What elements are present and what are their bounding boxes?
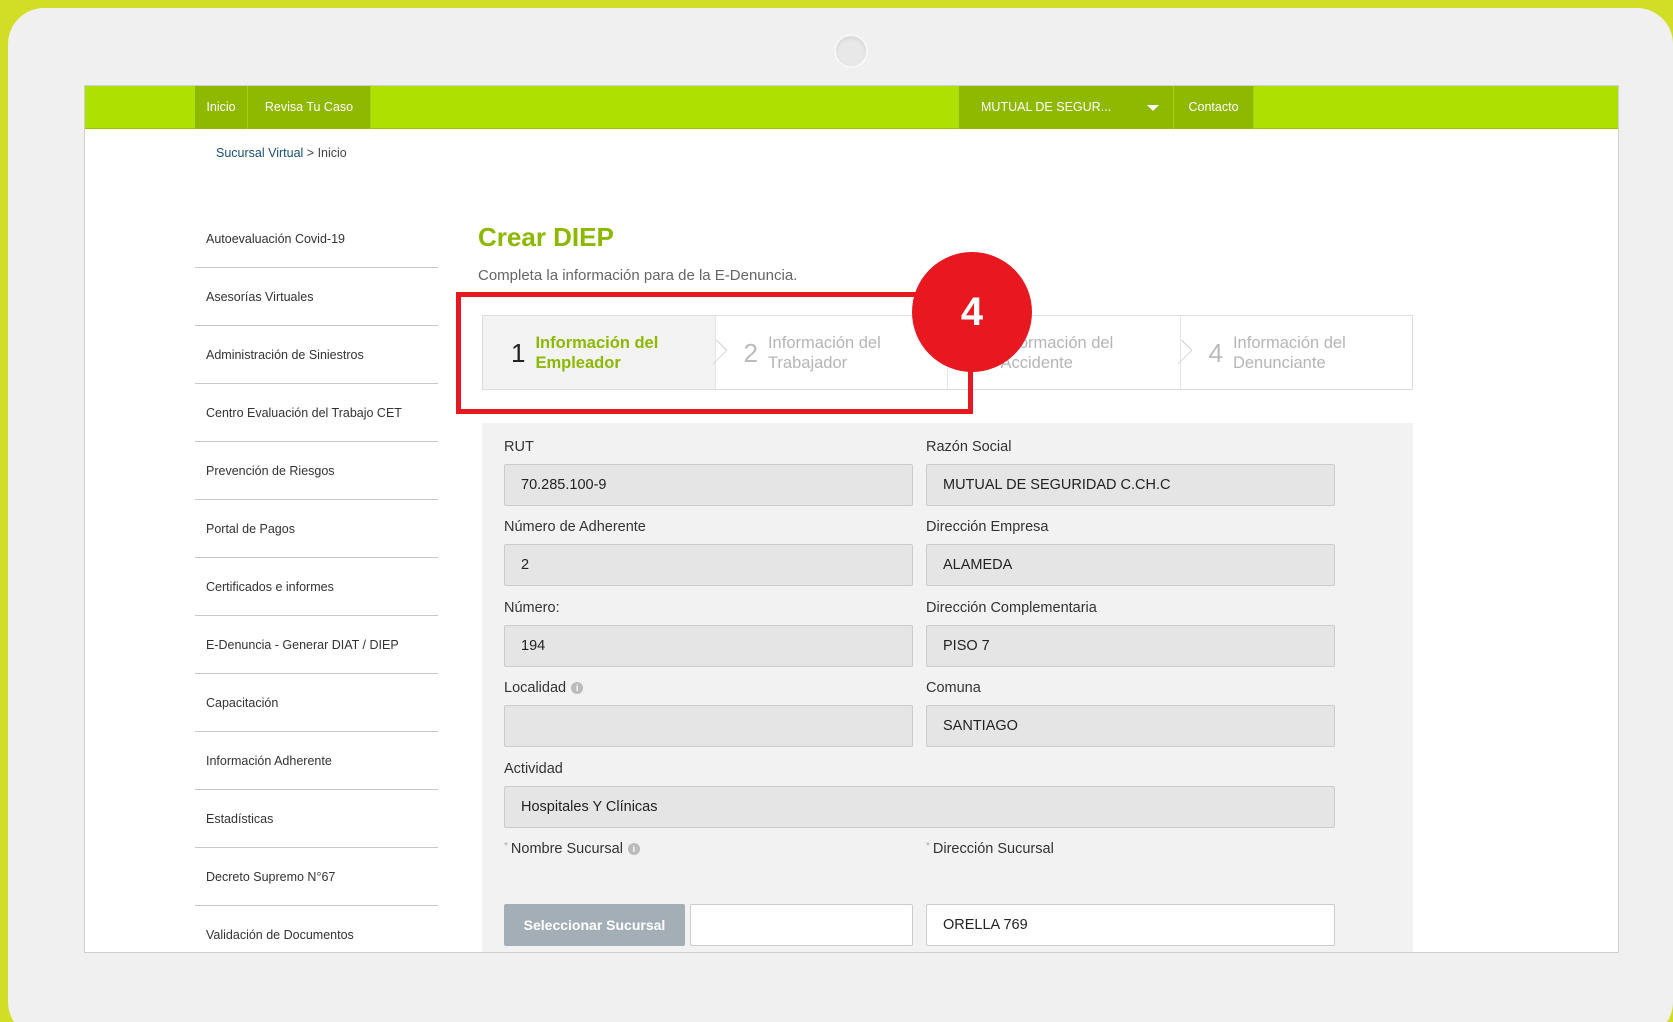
page-title: Crear DIEP [478,222,614,252]
nombre-sucursal-label: Nombre Sucursal [510,841,623,857]
direccion-sucursal-input[interactable]: ORELLA 769 [926,904,1335,946]
direccion-empresa-field: ALAMEDA [926,544,1335,586]
breadcrumb-link-sucursal[interactable]: Sucursal Virtual [216,146,303,160]
comuna-label: Comuna [926,680,981,696]
sidebar-item-capacitacion[interactable]: Capacitación [195,674,438,732]
numero-label: Número: [504,600,560,616]
sidebar-item-certificados[interactable]: Certificados e informes [195,558,438,616]
adherente-field: 2 [504,544,913,586]
tablet-frame: Inicio Revisa Tu Caso MUTUAL DE SEGUR...… [8,8,1673,1022]
sidebar-item-validacion[interactable]: Validación de Documentos [195,906,438,952]
sidebar-item-prevencion[interactable]: Prevención de Riesgos [195,442,438,500]
nav-inicio[interactable]: Inicio [195,86,248,129]
info-icon[interactable]: i [627,843,640,856]
sidebar-item-estadisticas[interactable]: Estadísticas [195,790,438,848]
rut-field: 70.285.100-9 [504,464,913,506]
nav-contacto[interactable]: Contacto [1174,86,1254,129]
browser-screen: Inicio Revisa Tu Caso MUTUAL DE SEGUR...… [84,85,1619,953]
camera-icon [834,34,868,68]
breadcrumb: Sucursal Virtual > Inicio [216,146,347,160]
comuna-field: SANTIAGO [926,705,1335,747]
annotation-highlight-box [456,292,973,414]
localidad-field [504,705,913,747]
localidad-label-wrap: Localidad i [504,680,584,696]
sidebar-item-asesorias[interactable]: Asesorías Virtuales [195,268,438,326]
rut-label: RUT [504,439,534,455]
top-navbar: Inicio Revisa Tu Caso MUTUAL DE SEGUR...… [85,86,1618,129]
sidebar-item-decreto[interactable]: Decreto Supremo N°67 [195,848,438,906]
required-mark: * [926,841,930,852]
razon-social-label: Razón Social [926,439,1012,455]
sidebar-item-siniestros[interactable]: Administración de Siniestros [195,326,438,384]
actividad-field: Hospitales Y Clínicas [504,786,1335,828]
direccion-empresa-label: Dirección Empresa [926,519,1049,535]
direccion-complementaria-field: PISO 7 [926,625,1335,667]
step-denunciante[interactable]: 4 Información del Denunciante [1181,316,1413,389]
required-mark: * [504,841,508,852]
step-number: 4 [1208,337,1223,368]
chevron-down-icon [1147,105,1159,111]
adherente-label: Número de Adherente [504,519,646,535]
nav-mutual-dropdown[interactable]: MUTUAL DE SEGUR... [959,86,1174,129]
employer-form: RUT 70.285.100-9 Razón Social MUTUAL DE … [482,423,1413,952]
direccion-complementaria-label: Dirección Complementaria [926,600,1097,616]
razon-social-field: MUTUAL DE SEGURIDAD C.CH.C [926,464,1335,506]
nombre-sucursal-label-wrap: * Nombre Sucursal i [504,841,640,857]
sidebar-item-covid[interactable]: Autoevaluación Covid-19 [195,210,438,268]
sidebar-menu: Autoevaluación Covid-19 Asesorías Virtua… [195,210,438,952]
sidebar-item-cet[interactable]: Centro Evaluación del Trabajo CET [195,384,438,442]
sidebar-item-edenuncia[interactable]: E-Denuncia - Generar DIAT / DIEP [195,616,438,674]
page-subtitle: Completa la información para de la E-Den… [478,267,798,284]
direccion-sucursal-label-wrap: * Dirección Sucursal [926,841,1054,857]
nav-revisa-tu-caso[interactable]: Revisa Tu Caso [248,86,371,129]
sidebar-item-pagos[interactable]: Portal de Pagos [195,500,438,558]
actividad-label: Actividad [504,761,563,777]
step-label: Información del Denunciante [1232,333,1346,372]
direccion-sucursal-label: Dirección Sucursal [932,841,1054,857]
info-icon[interactable]: i [571,682,584,695]
nombre-sucursal-input[interactable] [690,904,913,946]
annotation-step-badge: 4 [912,252,1032,372]
sidebar-item-adherente[interactable]: Información Adherente [195,732,438,790]
numero-field: 194 [504,625,913,667]
breadcrumb-current: > Inicio [306,146,347,160]
nav-mutual-label: MUTUAL DE SEGUR... [981,100,1112,114]
localidad-label: Localidad [504,680,567,696]
select-sucursal-button[interactable]: Seleccionar Sucursal [504,904,685,946]
